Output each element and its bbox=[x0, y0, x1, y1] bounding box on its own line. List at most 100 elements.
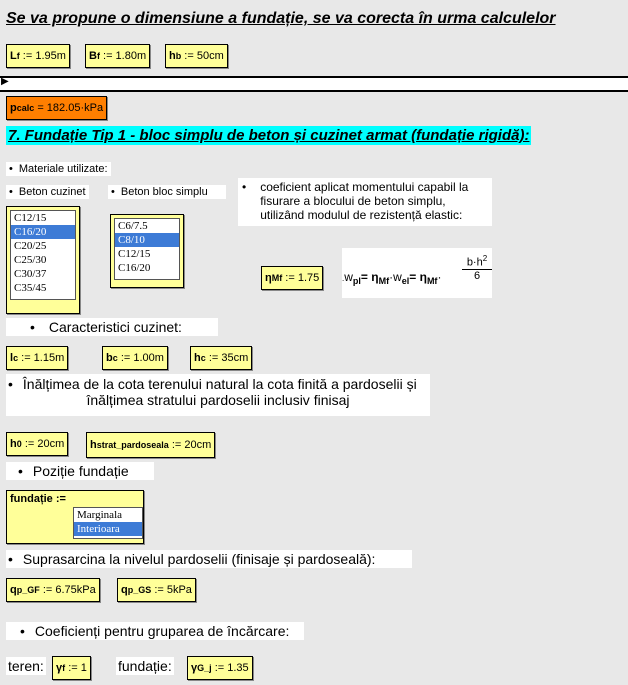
suprasarcina-label: Suprasarcina la nivelul pardoselii (fini… bbox=[22, 551, 376, 567]
inaltime-text-2: înălțimea stratului pardoselii inclusiv … bbox=[86, 392, 350, 408]
pcalc-field[interactable]: p calc = 182.05·kPa bbox=[6, 96, 108, 120]
bf-sub: f bbox=[96, 51, 100, 61]
h0-label: h bbox=[10, 438, 17, 450]
list-option[interactable]: C16/20 bbox=[11, 225, 75, 239]
h0-field[interactable]: h0 := 20cm bbox=[6, 432, 69, 456]
list-option[interactable]: C12/15 bbox=[115, 247, 179, 261]
list-option[interactable]: C12/15 bbox=[11, 211, 75, 225]
pcalc-sub: calc bbox=[16, 103, 35, 113]
qgf-value: := 6.75kPa bbox=[42, 584, 96, 596]
ggj-field[interactable]: γ G_j := 1.35 bbox=[187, 656, 253, 680]
coef-text-box: • coeficient aplicat momentului capabil … bbox=[238, 178, 492, 226]
list-option[interactable]: C8/10 bbox=[115, 233, 179, 247]
bc-field[interactable]: bc := 1.00m bbox=[102, 346, 168, 370]
gf-value: := 1 bbox=[68, 662, 87, 674]
bf-field[interactable]: Bf := 1.80m bbox=[85, 44, 151, 68]
formula-mf2: Mf bbox=[426, 276, 438, 286]
region-separator: ▶ bbox=[0, 76, 628, 92]
pcalc-value: = 182.05·kPa bbox=[37, 102, 104, 114]
hstrat-field[interactable]: h strat_pardoseala := 20cm bbox=[86, 432, 216, 458]
lf-label: L bbox=[10, 50, 17, 62]
fundatie2-label: fundație: bbox=[116, 657, 174, 675]
caract-bullet: • bbox=[30, 319, 35, 335]
eta-label: η bbox=[265, 272, 272, 284]
hb-value: := 50cm bbox=[184, 50, 224, 62]
list-option[interactable]: C35/45 bbox=[11, 281, 75, 295]
pozitie-label: Poziție fundație bbox=[32, 463, 129, 479]
gf-field[interactable]: γf := 1 bbox=[52, 656, 91, 680]
bf-value: := 1.80m bbox=[103, 50, 147, 62]
ggj-value: := 1.35 bbox=[214, 662, 249, 674]
formula-w: w bbox=[344, 270, 353, 284]
list-option[interactable]: Marginala bbox=[74, 508, 142, 522]
pozitie-label-box: • Poziție fundație bbox=[6, 462, 154, 480]
teren-label: teren: bbox=[6, 657, 46, 675]
formula-eq2: = η bbox=[409, 270, 427, 284]
lf-value: := 1.95m bbox=[22, 50, 66, 62]
hc-label: h bbox=[194, 352, 201, 364]
formula-denominator: 6 bbox=[473, 269, 481, 282]
suprasarcina-bullet: • bbox=[8, 551, 13, 567]
eta-sub: Mf bbox=[271, 273, 283, 283]
qgs-field[interactable]: q p_GS := 5kPa bbox=[117, 578, 196, 602]
bc-label: b bbox=[106, 352, 113, 364]
lf-field[interactable]: Lf := 1.95m bbox=[6, 44, 70, 68]
hb-field[interactable]: hb := 50cm bbox=[165, 44, 228, 68]
qgf-field[interactable]: q p_GF := 6.75kPa bbox=[6, 578, 100, 602]
gf-sub: f bbox=[62, 663, 66, 673]
list-bloc-container: C6/7.5 C8/10 C12/15 C16/20 bbox=[110, 214, 184, 288]
inaltime-bullet: • bbox=[8, 376, 13, 392]
hstrat-value: := 20cm bbox=[171, 439, 212, 451]
lc-sub: c bbox=[13, 353, 19, 363]
inaltime-text-box: • Înălțimea de la cota terenului natural … bbox=[6, 374, 430, 416]
h0-value: := 20cm bbox=[24, 438, 65, 450]
coef-grupare-bullet: • bbox=[20, 623, 25, 639]
bf-label: B bbox=[89, 50, 97, 62]
materiale-label: Materiale utilizate: bbox=[6, 162, 111, 176]
list-option[interactable]: C25/30 bbox=[11, 253, 75, 267]
eta-field[interactable]: η Mf := 1.75 bbox=[261, 266, 324, 290]
pcalc-label: p bbox=[10, 102, 17, 114]
lc-value: := 1.15m bbox=[21, 352, 65, 364]
list-cuzinet[interactable]: C12/15 C16/20 C20/25 C25/30 C30/37 C35/45 bbox=[10, 210, 76, 300]
formula-dot-w: ·w bbox=[389, 270, 402, 284]
h0-sub: 0 bbox=[16, 439, 22, 449]
qgf-sub: p_GF bbox=[16, 585, 40, 595]
wpl-formula: .wpl= ηMf·wel= ηMf· b·h2 6 bbox=[342, 248, 492, 298]
list-bloc[interactable]: C6/7.5 C8/10 C12/15 C16/20 bbox=[114, 218, 180, 280]
hstrat-sub: strat_pardoseala bbox=[96, 440, 169, 450]
list-option[interactable]: C30/37 bbox=[11, 267, 75, 281]
list-option[interactable]: C20/25 bbox=[11, 239, 75, 253]
coef-grupare-box: • Coeficienți pentru gruparea de încărcar… bbox=[6, 622, 304, 640]
lc-field[interactable]: lc := 1.15m bbox=[6, 346, 69, 370]
ggj-sub: G_j bbox=[197, 663, 212, 673]
coef-text: coeficient aplicat momentului capabil la… bbox=[260, 180, 469, 222]
formula-numerator: b·h2 bbox=[462, 254, 492, 270]
hb-label: h bbox=[169, 50, 176, 62]
formula-eq1: = η bbox=[360, 270, 379, 284]
formula-pl: pl bbox=[352, 276, 361, 286]
bc-value: := 1.00m bbox=[120, 352, 164, 364]
coef-grupare-label: Coeficienți pentru gruparea de încărcare… bbox=[34, 623, 290, 639]
qgs-label: q bbox=[121, 584, 128, 596]
beton-bloc-label: Beton bloc simplu bbox=[108, 185, 226, 199]
inaltime-text-1: Înălțimea de la cota terenului natural l… bbox=[22, 376, 417, 392]
list-option[interactable]: C6/7.5 bbox=[115, 219, 179, 233]
hc-value: := 35cm bbox=[208, 352, 249, 364]
hstrat-label: h bbox=[90, 439, 97, 451]
fundatie-field: fundație := Marginala Interioara bbox=[6, 490, 144, 544]
region-arrow-icon[interactable]: ▶ bbox=[1, 76, 9, 87]
coef-bullet: • bbox=[242, 180, 247, 194]
eta-value: := 1.75 bbox=[285, 272, 320, 284]
list-option[interactable]: Interioara bbox=[74, 522, 142, 536]
hc-field[interactable]: hc := 35cm bbox=[190, 346, 253, 370]
suprasarcina-label-box: • Suprasarcina la nivelul pardoselii (fin… bbox=[6, 550, 412, 568]
list-fundatie[interactable]: Marginala Interioara bbox=[73, 507, 143, 539]
page-heading: Se va propune o dimensiune a fundație, s… bbox=[6, 10, 556, 27]
caract-label-box: • Caracteristici cuzinet: bbox=[6, 318, 218, 336]
qgs-value: := 5kPa bbox=[154, 584, 192, 596]
lf-sub: f bbox=[16, 51, 20, 61]
list-cuzinet-container: C12/15 C16/20 C20/25 C25/30 C30/37 C35/45 bbox=[6, 206, 80, 314]
list-option[interactable]: C16/20 bbox=[115, 261, 179, 275]
formula-mf: Mf bbox=[378, 276, 390, 286]
